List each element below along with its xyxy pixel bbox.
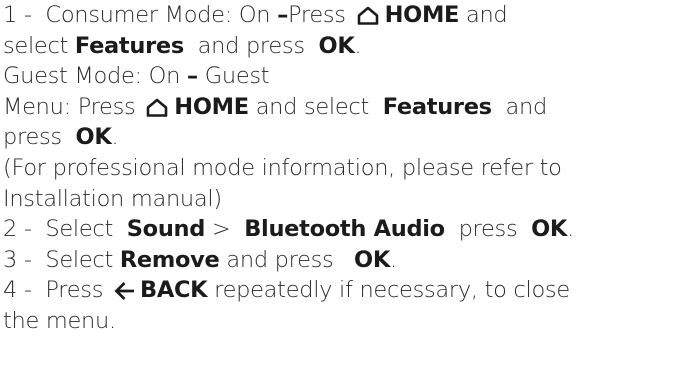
select-text: Select	[45, 216, 114, 243]
step-3-line: 3 - Select Remove and press OK.	[3, 245, 677, 276]
step-1-line-5: press OK.	[3, 122, 677, 153]
ok-label: OK	[75, 124, 112, 151]
and-text: and	[465, 2, 508, 28]
ok-label: OK	[531, 216, 568, 243]
step-4-line-1: 4 - Press BACK repeatedly if necessary, …	[3, 275, 677, 306]
step-number: 2 -	[3, 216, 32, 243]
home-icon	[357, 6, 379, 25]
step-2-line: 2 - Select Sound > Bluetooth Audio press…	[3, 214, 677, 245]
features-label: Features	[74, 32, 184, 59]
guest-mode-label: Guest Mode: On	[3, 63, 181, 90]
dash: –	[186, 63, 198, 90]
press-text: press	[3, 124, 62, 151]
step-1-line-7: Installation manual)	[3, 184, 677, 215]
period: .	[567, 216, 574, 243]
instruction-steps: 1 - Consumer Mode: On –Press HOME and se…	[3, 0, 677, 337]
sound-label: Sound	[126, 216, 206, 243]
period: .	[354, 32, 362, 59]
close-menu-text: the menu.	[3, 307, 116, 334]
features-label: Features	[382, 93, 492, 120]
period: .	[111, 124, 119, 151]
ok-label: OK	[318, 32, 355, 59]
step-1-line-2: select Features and press OK.	[3, 31, 677, 62]
home-label: HOME	[384, 2, 460, 28]
select-text: Select	[45, 246, 114, 273]
step-number: 1 -	[3, 2, 32, 28]
step-1-line-1: 1 - Consumer Mode: On –Press HOME and	[3, 0, 677, 31]
guest-text: Guest	[204, 63, 270, 90]
remove-label: Remove	[119, 246, 220, 273]
ok-label: OK	[354, 246, 391, 273]
home-label: HOME	[174, 93, 249, 120]
and-text: and	[505, 93, 548, 120]
dash: –	[277, 2, 289, 28]
press-text: press	[458, 216, 518, 243]
step-1-line-3: Guest Mode: On – Guest	[3, 61, 677, 92]
step-number: 4 -	[3, 277, 32, 304]
and-press-text: and press	[197, 32, 305, 59]
back-arrow-icon	[114, 282, 134, 301]
step-number: 3 -	[3, 246, 32, 273]
consumer-mode-label: Consumer Mode: On	[45, 2, 271, 28]
step-1-line-6: (For professional mode information, plea…	[3, 153, 677, 184]
separator: >	[211, 216, 231, 243]
press-text: Press	[45, 277, 104, 304]
home-icon	[146, 98, 168, 117]
back-label: BACK	[139, 277, 208, 304]
period: .	[390, 246, 397, 273]
step-1-line-4: Menu: Press HOME and select Features and	[3, 92, 677, 123]
professional-note: (For professional mode information, plea…	[3, 154, 562, 181]
select-text: select	[3, 32, 69, 59]
and-press-text: and press	[226, 246, 334, 273]
and-select-text: and select	[255, 93, 370, 120]
press-text: Press	[288, 2, 346, 28]
step-4-line-2: the menu.	[3, 306, 677, 337]
bluetooth-audio-label: Bluetooth Audio	[244, 216, 445, 243]
menu-press-text: Menu: Press	[3, 93, 136, 120]
installation-manual-note: Installation manual)	[3, 185, 222, 212]
repeatedly-text: repeatedly if necessary, to close	[214, 277, 570, 304]
